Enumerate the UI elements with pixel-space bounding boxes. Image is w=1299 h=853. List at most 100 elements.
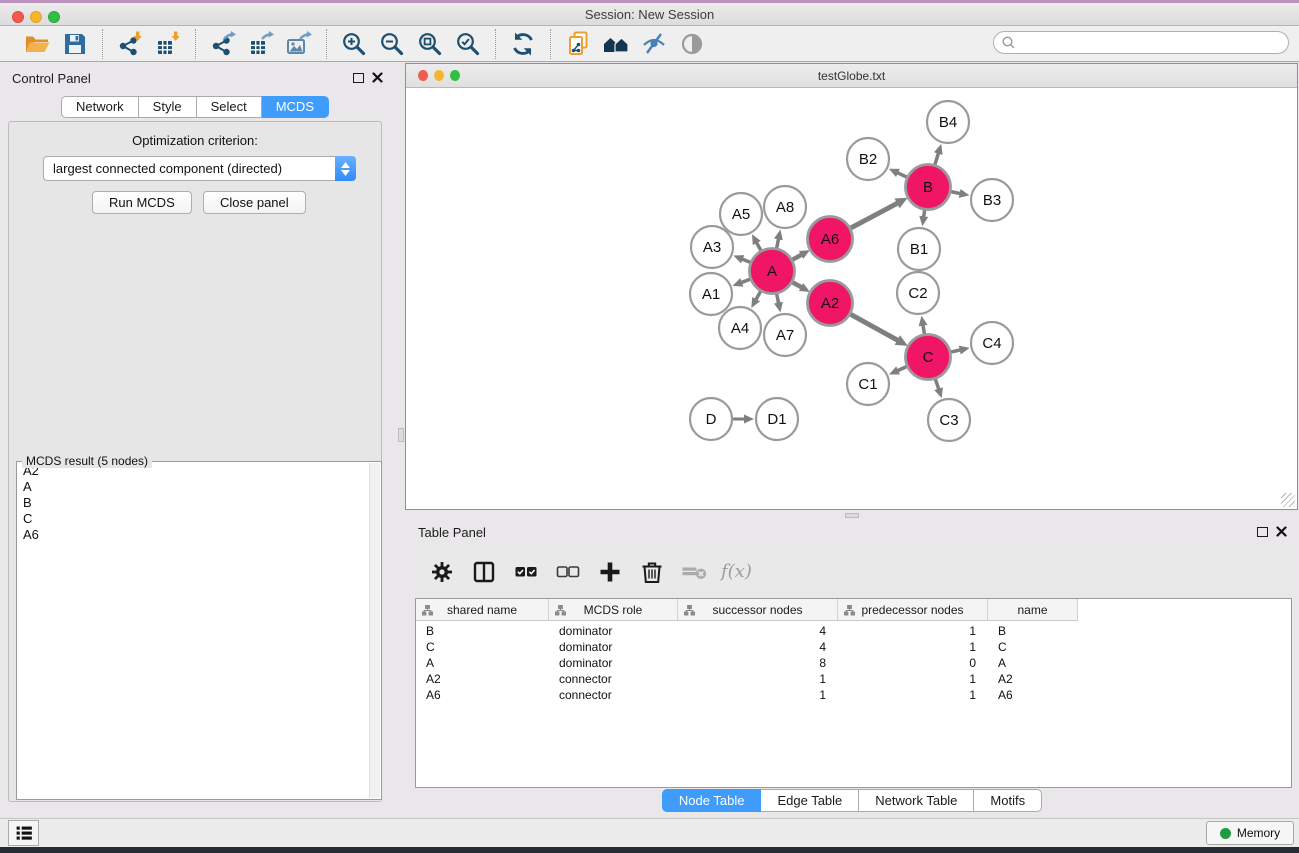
graph-node-A[interactable]: A <box>750 249 795 294</box>
save-session-button[interactable] <box>56 29 94 59</box>
graph-node-C1[interactable]: C1 <box>847 363 889 405</box>
import-network-button[interactable] <box>111 29 149 59</box>
close-table-panel-icon[interactable] <box>1276 526 1287 537</box>
graph-node-A1[interactable]: A1 <box>690 273 732 315</box>
graph-node-A7[interactable]: A7 <box>764 314 806 356</box>
result-list-item[interactable]: A6 <box>18 527 369 543</box>
attribute-type-icon <box>422 605 433 616</box>
float-table-panel-icon[interactable] <box>1257 527 1268 537</box>
zoom-out-button[interactable] <box>373 29 411 59</box>
hide-details-button[interactable] <box>635 29 673 59</box>
vertical-split-handle[interactable] <box>398 428 404 442</box>
zoom-in-button[interactable] <box>335 29 373 59</box>
export-image-button[interactable] <box>280 29 318 59</box>
graph-edge-A2-C[interactable] <box>849 314 899 341</box>
zoom-window-button[interactable] <box>48 11 60 23</box>
tab-mcds[interactable]: MCDS <box>262 96 329 118</box>
graph-edge-C-C3[interactable] <box>935 378 939 391</box>
graph-node-B3[interactable]: B3 <box>971 179 1013 221</box>
table-row[interactable]: A2connector11A2 <box>416 671 1291 687</box>
graph-node-A4[interactable]: A4 <box>719 307 761 349</box>
settings-button[interactable] <box>427 557 457 587</box>
tab-motifs[interactable]: Motifs <box>974 789 1042 812</box>
graph-edge-B-B4[interactable] <box>934 152 938 166</box>
tab-node-table[interactable]: Node Table <box>662 789 762 812</box>
result-list-item[interactable]: A <box>18 479 369 495</box>
select-all-button[interactable] <box>511 557 541 587</box>
graph-node-C3[interactable]: C3 <box>928 399 970 441</box>
delete-table-button[interactable] <box>679 557 709 587</box>
tab-network-table[interactable]: Network Table <box>859 789 974 812</box>
network-close-button[interactable] <box>418 70 428 81</box>
add-column-button[interactable] <box>595 557 625 587</box>
memory-button[interactable]: Memory <box>1206 821 1294 845</box>
split-view-button[interactable] <box>469 557 499 587</box>
task-history-button[interactable] <box>8 820 39 846</box>
graph-node-A8[interactable]: A8 <box>764 186 806 228</box>
desktop-background-strip-bottom <box>0 847 1299 853</box>
graph-node-B1[interactable]: B1 <box>898 228 940 270</box>
tab-style[interactable]: Style <box>139 96 197 118</box>
graph-node-C4[interactable]: C4 <box>971 322 1013 364</box>
minimize-window-button[interactable] <box>30 11 42 23</box>
network-graph[interactable]: B4 B2 B B3 A8A5 A6 A3 B1 A C2 A1 A2 A4A7 C4 C C1 C3 D D1 <box>406 89 1297 509</box>
mcds-result-list[interactable]: A2ABCA6 <box>18 463 369 798</box>
close-panel-button[interactable]: Close panel <box>203 191 306 214</box>
run-mcds-button[interactable]: Run MCDS <box>92 191 192 214</box>
tab-select[interactable]: Select <box>197 96 262 118</box>
graph-node-A3[interactable]: A3 <box>691 226 733 268</box>
graph-node-C2[interactable]: C2 <box>897 272 939 314</box>
tab-network[interactable]: Network <box>61 96 139 118</box>
refresh-layout-button[interactable] <box>504 29 542 59</box>
table-row[interactable]: Adominator80A <box>416 655 1291 671</box>
graph-node-B2[interactable]: B2 <box>847 138 889 180</box>
column-header-shared-name[interactable]: shared name <box>416 599 549 621</box>
zoom-fit-button[interactable] <box>411 29 449 59</box>
graph-node-B4[interactable]: B4 <box>927 101 969 143</box>
attribute-type-icon <box>844 605 855 616</box>
column-header-name[interactable]: name <box>988 599 1078 621</box>
graph-node-C[interactable]: C <box>906 335 951 380</box>
graph-node-D1[interactable]: D1 <box>756 398 798 440</box>
zoom-selected-button[interactable] <box>449 29 487 59</box>
search-input[interactable] <box>1016 34 1288 52</box>
export-table-button[interactable] <box>242 29 280 59</box>
graph-node-D[interactable]: D <box>690 398 732 440</box>
table-row[interactable]: Cdominator41C <box>416 639 1291 655</box>
export-network-button[interactable] <box>204 29 242 59</box>
close-panel-icon[interactable] <box>372 72 383 83</box>
tab-edge-table[interactable]: Edge Table <box>761 789 859 812</box>
table-row[interactable]: Bdominator41B <box>416 623 1291 639</box>
result-list-scrollbar[interactable] <box>369 463 380 798</box>
deselect-all-button[interactable] <box>553 557 583 587</box>
network-zoom-button[interactable] <box>450 70 460 81</box>
close-window-button[interactable] <box>12 11 24 23</box>
network-canvas[interactable]: B4 B2 B B3 A8A5 A6 A3 B1 A C2 A1 A2 A4A7 C4 C C1 C3 D D1 <box>406 89 1297 509</box>
window-resize-grip[interactable] <box>1281 493 1295 507</box>
result-list-item[interactable]: B <box>18 495 369 511</box>
float-panel-icon[interactable] <box>353 73 364 83</box>
horizontal-split-handle[interactable] <box>845 513 859 518</box>
result-list-item[interactable]: C <box>18 511 369 527</box>
import-table-button[interactable] <box>149 29 187 59</box>
graph-node-A5[interactable]: A5 <box>720 193 762 235</box>
delete-column-button[interactable] <box>637 557 667 587</box>
zoom-selected-icon <box>455 31 481 57</box>
network-window-titlebar[interactable]: testGlobe.txt <box>406 64 1297 88</box>
column-header-MCDS-role[interactable]: MCDS role <box>549 599 678 621</box>
column-header-predecessor-nodes[interactable]: predecessor nodes <box>838 599 988 621</box>
optimization-criterion-select[interactable]: largest connected component (directed) <box>43 156 356 181</box>
open-file-button[interactable] <box>18 29 56 59</box>
network-minimize-button[interactable] <box>434 70 444 81</box>
graph-node-B[interactable]: B <box>906 165 951 210</box>
show-view-button[interactable] <box>673 29 711 59</box>
graph-node-A2[interactable]: A2 <box>808 281 853 326</box>
home-button[interactable] <box>597 29 635 59</box>
graph-edge-A6-B[interactable] <box>849 202 898 228</box>
clone-network-button[interactable] <box>559 29 597 59</box>
graph-node-A6[interactable]: A6 <box>808 217 853 262</box>
search-field[interactable] <box>993 31 1289 54</box>
column-header-successor-nodes[interactable]: successor nodes <box>678 599 838 621</box>
function-builder-button[interactable]: f(x) <box>721 557 752 587</box>
table-row[interactable]: A6connector11A6 <box>416 687 1291 703</box>
